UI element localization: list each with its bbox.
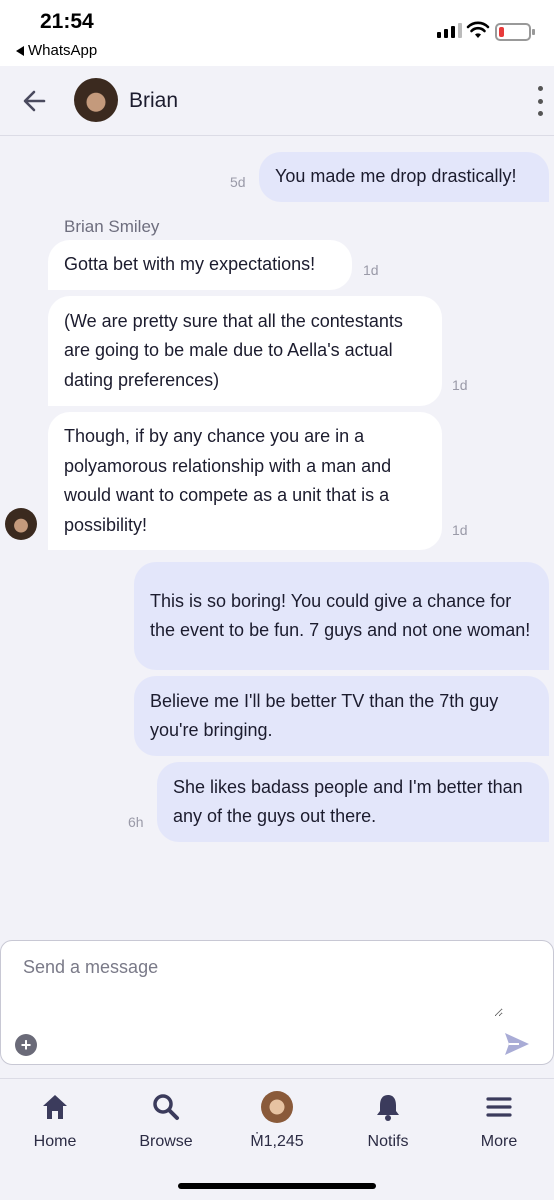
- arrow-left-icon[interactable]: [20, 86, 50, 116]
- contact-avatar[interactable]: [74, 78, 118, 122]
- plus-circle-icon[interactable]: +: [15, 1034, 37, 1056]
- message-timestamp: 1d: [363, 262, 379, 278]
- status-bar: 21:54 WhatsApp: [0, 0, 554, 66]
- message-timestamp: 6h: [128, 814, 144, 830]
- message-timestamp: 1d: [452, 522, 468, 538]
- bottom-nav: Home Browse Ṁ1,245 Notifs More: [0, 1078, 554, 1200]
- contact-name[interactable]: Brian: [129, 89, 178, 113]
- outgoing-message: This is so boring! You could give a chan…: [134, 562, 549, 670]
- outgoing-message: She likes badass people and I'm better t…: [157, 762, 549, 842]
- bell-icon: [377, 1095, 399, 1121]
- outgoing-message: You made me drop drastically!: [259, 152, 549, 202]
- back-triangle-icon: [16, 45, 24, 56]
- incoming-message: Gotta bet with my expectations!: [48, 240, 352, 290]
- menu-icon: [486, 1097, 512, 1117]
- home-icon: [43, 1095, 67, 1119]
- chat-header: Brian: [0, 66, 554, 136]
- incoming-message: (We are pretty sure that all the contest…: [48, 296, 442, 406]
- message-input[interactable]: [23, 957, 503, 1017]
- back-to-app-link[interactable]: WhatsApp: [16, 42, 97, 59]
- balance-label: Ṁ1,245: [250, 1133, 304, 1150]
- nav-label: Home: [33, 1133, 77, 1150]
- incoming-message: Though, if by any chance you are in a po…: [48, 412, 442, 550]
- nav-profile[interactable]: Ṁ1,245: [232, 1091, 322, 1161]
- sender-avatar[interactable]: [5, 508, 37, 540]
- sender-name: Brian Smiley: [64, 217, 160, 236]
- back-app-label: WhatsApp: [28, 42, 98, 59]
- message-timestamp: 5d: [230, 174, 246, 190]
- wifi-icon: [466, 21, 490, 38]
- kebab-menu-icon[interactable]: [534, 86, 546, 116]
- outgoing-message: Believe me I'll be better TV than the 7t…: [134, 676, 549, 756]
- nav-label: Notifs: [367, 1133, 409, 1150]
- status-time: 21:54: [40, 10, 94, 33]
- nav-notifs[interactable]: Notifs: [343, 1091, 433, 1161]
- nav-more[interactable]: More: [454, 1091, 544, 1161]
- battery-icon: [495, 23, 535, 41]
- cellular-signal-icon: [437, 23, 462, 38]
- nav-browse[interactable]: Browse: [121, 1091, 211, 1161]
- send-icon[interactable]: [503, 1031, 531, 1057]
- nav-home[interactable]: Home: [10, 1091, 100, 1161]
- search-icon: [153, 1094, 179, 1120]
- profile-avatar: [261, 1091, 293, 1123]
- message-timestamp: 1d: [452, 377, 468, 393]
- message-composer: +: [0, 940, 554, 1065]
- nav-label: Browse: [139, 1133, 193, 1150]
- home-indicator: [178, 1183, 376, 1189]
- nav-label: More: [480, 1133, 518, 1150]
